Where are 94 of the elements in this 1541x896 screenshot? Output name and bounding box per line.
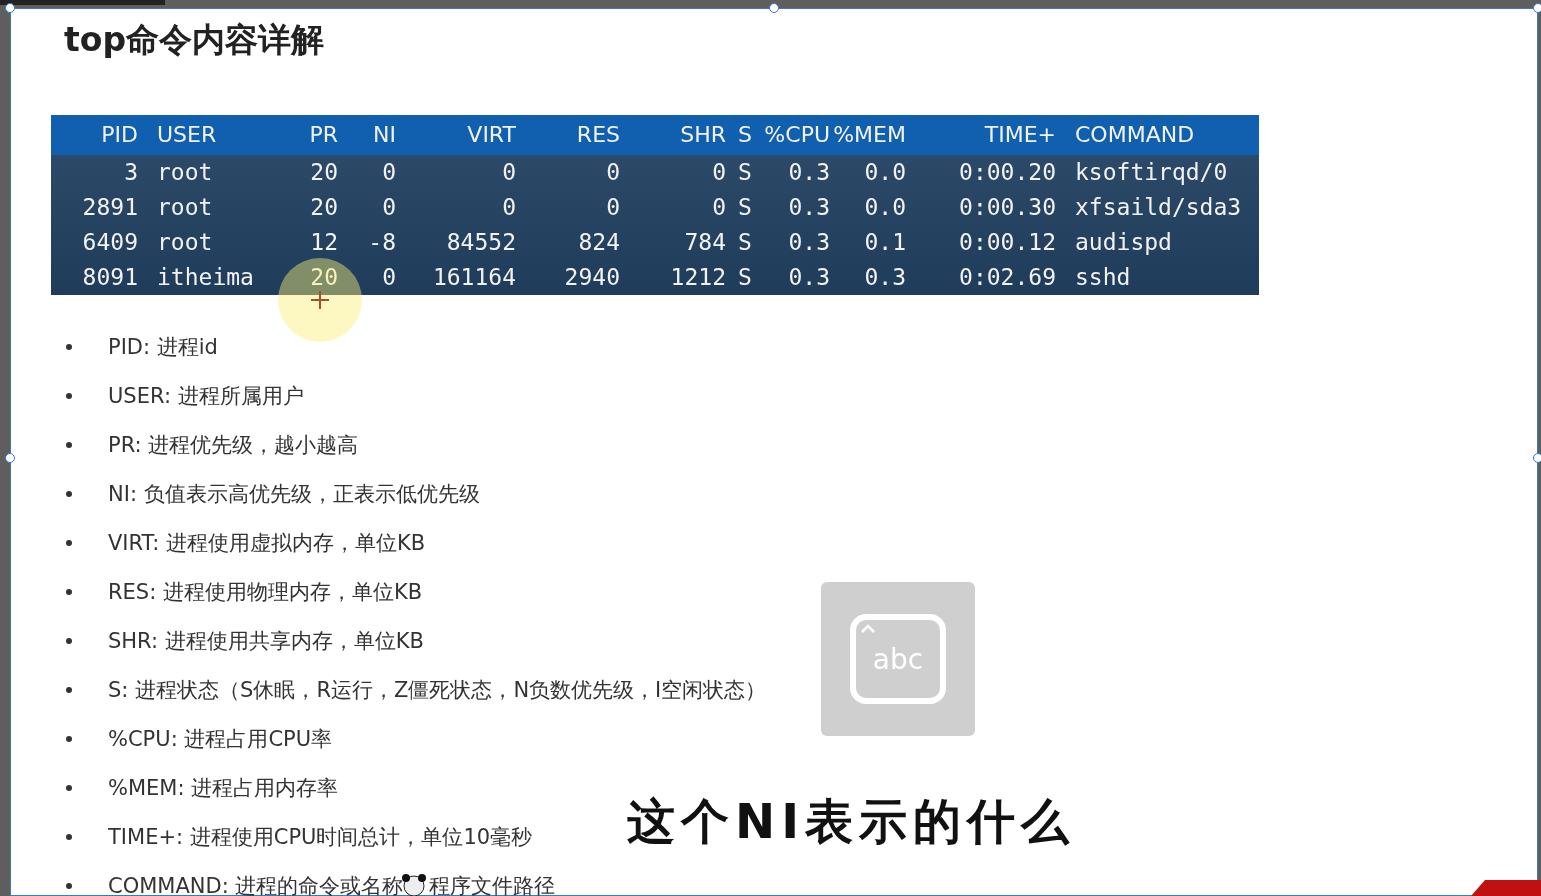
table-cell-text: 0:00.30 [958,194,1057,221]
bullet-text: PID: 进程id [108,334,218,362]
table-cell-text: 6409 [81,229,139,256]
bullet-text: VIRT: 进程使用虚拟内存，单位KB [108,530,426,558]
table-cell-text: ksoftirqd/0 [1074,159,1229,186]
table-cell-text: 0.3 [787,264,831,291]
bullet-icon [66,540,72,547]
table-cell-text: root [156,159,214,186]
table-cell-text: 0 [381,264,397,291]
resize-handle[interactable] [769,3,779,13]
table-cell-text: 84552 [445,229,517,256]
bullet-icon [66,589,72,596]
table-cell-text: 0.1 [863,229,907,256]
table-cell-text: 0.0 [863,194,907,221]
column-header: USER [156,122,218,148]
table-cell-text: 0 [501,159,517,186]
table-cell-text: 0.3 [787,159,831,186]
table-cell-text: 824 [577,229,621,256]
table-cell-text: S [737,194,753,221]
bullet-text: PR: 进程优先级，越小越高 [108,432,359,460]
bullet-icon [66,785,72,792]
table-cell-text: S [737,229,753,256]
slide-title: top命令内容详解 [64,21,326,59]
column-header: %CPU [763,122,831,148]
table-cell-text: sshd [1074,264,1132,291]
table-cell-text: 0 [381,159,397,186]
table-cell-text: 0.3 [787,229,831,256]
bullet-text: %MEM: 进程占用内存率 [108,775,339,803]
resize-handle[interactable] [5,3,15,13]
resize-handle[interactable] [1533,3,1541,13]
table-cell-text: 0 [501,194,517,221]
table-cell-text: 0 [605,159,621,186]
table-cell-text: 0.0 [863,159,907,186]
table-cell-text: 0 [711,159,727,186]
column-header: S [737,122,753,148]
column-header: %MEM [833,122,907,148]
table-cell-text: S [737,264,753,291]
bullet-text: S: 进程状态（S休眠，R运行，Z僵死状态，N负数优先级，I空闲状态） [108,677,767,705]
table-cell-text: 0:02.69 [958,264,1057,291]
column-header: TIME+ [983,122,1057,148]
caret-icon [860,624,876,634]
bullet-text: RES: 进程使用物理内存，单位KB [108,579,423,607]
bullet-icon [66,442,72,449]
table-cell-text: 12 [309,229,339,256]
table-cell-text: root [156,229,214,256]
table-cell-text: 0 [605,194,621,221]
table-cell-text: 20 [309,264,339,291]
bullet-text: 程序文件路径 [429,873,556,896]
table-cell-text: 0.3 [863,264,907,291]
bullet-icon [66,393,72,400]
table-cell-text: S [737,159,753,186]
table-cell-text: 0 [711,194,727,221]
table-cell-text: 2891 [81,194,139,221]
column-header: RES [575,122,621,148]
bullet-icon [66,736,72,743]
table-cell-text: 0:00.20 [958,159,1057,186]
bullet-icon [66,687,72,694]
table-cell-text: 1212 [669,264,727,291]
bullet-icon [66,638,72,645]
table-cell-text: itheima [156,264,255,291]
bullet-text: USER: 进程所属用户 [108,383,304,411]
table-cell-text: 0.3 [787,194,831,221]
table-cell-text: 20 [309,194,339,221]
table-cell-text: root [156,194,214,221]
table-cell-text: 784 [683,229,727,256]
resize-handle[interactable] [5,453,15,463]
bullet-icon [66,883,72,890]
table-cell-text: 161164 [431,264,517,291]
bullet-icon [66,344,72,351]
table-cell-text: 3 [123,159,139,186]
table-cell-text: 0:00.12 [958,229,1057,256]
column-header: PR [308,122,339,148]
bullet-text: SHR: 进程使用共享内存，单位KB [108,628,424,656]
bullet-text: COMMAND: 进程的命令或名称 [108,873,404,896]
column-header: PID [100,122,139,148]
table-cell-text: 20 [309,159,339,186]
table-cell-text: 0 [381,194,397,221]
column-header: VIRT [466,122,517,148]
column-header: SHR [679,122,727,148]
bullet-text: NI: 负值表示高优先级，正表示低优先级 [108,481,480,509]
crosshair-icon [310,290,330,310]
column-header: NI [372,122,397,148]
table-cell-text: audispd [1074,229,1173,256]
bullet-text: TIME+: 进程使用CPU时间总计，单位10毫秒 [108,824,533,852]
column-header: COMMAND [1074,122,1196,148]
bullet-text: %CPU: 进程占用CPU率 [108,726,333,754]
subtitle: 这个NI表示的什么 [627,792,1076,851]
table-cell-text: 8091 [81,264,139,291]
bullet-icon [66,491,72,498]
resize-handle[interactable] [1533,453,1541,463]
bullet-icon [66,834,72,841]
table-cell-text: xfsaild/sda3 [1074,194,1243,221]
table-cell-text: -8 [367,229,397,256]
table-cell-text: 2940 [563,264,621,291]
